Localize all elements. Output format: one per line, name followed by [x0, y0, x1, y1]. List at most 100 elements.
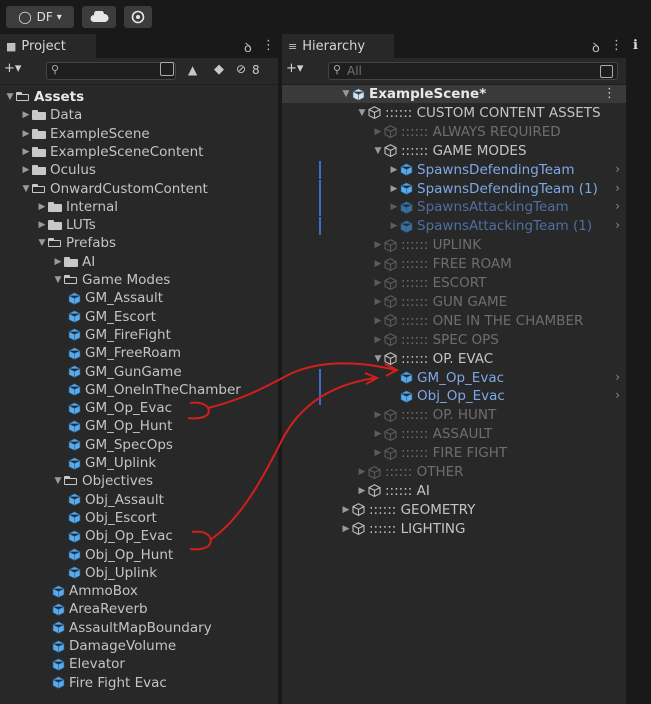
- expand-arrow-open-icon[interactable]: ▼: [4, 88, 16, 106]
- project-item[interactable]: Obj_Op_Hunt: [68, 546, 173, 564]
- panel-menu-icon[interactable]: ⋮: [262, 38, 275, 53]
- hierarchy-item[interactable]: ▶:::::: SPEC OPS: [372, 331, 499, 349]
- project-item[interactable]: GM_Assault: [68, 289, 163, 307]
- expand-arrow-closed-icon[interactable]: ▶: [372, 331, 384, 349]
- project-item[interactable]: Obj_Escort: [68, 509, 157, 527]
- open-prefab-chevron-icon[interactable]: ›: [615, 162, 620, 176]
- cloud-button[interactable]: [82, 6, 116, 28]
- lock-icon[interactable]: ꝺ: [592, 38, 600, 56]
- expand-arrow-closed-icon[interactable]: ▶: [372, 236, 384, 254]
- expand-arrow-closed-icon[interactable]: ▶: [372, 425, 384, 443]
- expand-arrow-closed-icon[interactable]: ▶: [356, 482, 368, 500]
- project-item[interactable]: ▶ Oculus: [20, 161, 96, 179]
- hierarchy-item[interactable]: ▶:::::: ASSAULT: [372, 425, 493, 443]
- hierarchy-item[interactable]: ▶:::::: LIGHTING: [340, 520, 466, 538]
- expand-arrow-closed-icon[interactable]: ▶: [372, 444, 384, 462]
- hierarchy-item[interactable]: ▶:::::: FIRE FIGHT: [372, 444, 508, 462]
- project-item[interactable]: GM_Op_Hunt: [68, 417, 172, 435]
- hierarchy-item[interactable]: ▶ SpawnsAttackingTeam: [388, 198, 569, 216]
- account-dropdown[interactable]: ◯ DF ▾: [6, 6, 74, 28]
- project-item[interactable]: ▼ Prefabs: [36, 234, 117, 252]
- expand-arrow-closed-icon[interactable]: ▶: [20, 125, 32, 143]
- hierarchy-item[interactable]: ▶ SpawnsDefendingTeam (1): [388, 180, 598, 198]
- lock-icon[interactable]: ꝺ: [244, 38, 252, 56]
- open-prefab-chevron-icon[interactable]: ›: [615, 388, 620, 402]
- hierarchy-search[interactable]: ⚲: [328, 62, 618, 80]
- project-item[interactable]: Obj_Op_Evac: [68, 527, 173, 545]
- open-prefab-chevron-icon[interactable]: ›: [615, 218, 620, 232]
- expand-arrow-open-icon[interactable]: ▼: [372, 142, 384, 160]
- hierarchy-item[interactable]: ▶ SpawnsAttackingTeam (1): [388, 217, 593, 235]
- toggle-view-icon[interactable]: [160, 62, 174, 76]
- hierarchy-item[interactable]: ▶:::::: GUN GAME: [372, 293, 508, 311]
- project-item[interactable]: GM_Uplink: [68, 454, 156, 472]
- expand-arrow-closed-icon[interactable]: ▶: [340, 520, 352, 538]
- project-item[interactable]: GM_Escort: [68, 308, 156, 326]
- project-item[interactable]: ▶ ExampleScene: [20, 125, 150, 143]
- hierarchy-item[interactable]: ▶:::::: GEOMETRY: [340, 501, 476, 519]
- expand-arrow-closed-icon[interactable]: ▶: [388, 180, 400, 198]
- project-item[interactable]: DamageVolume: [52, 637, 176, 655]
- hierarchy-item[interactable]: GM_Op_Evac: [388, 369, 504, 387]
- hierarchy-item[interactable]: ▶:::::: ESCORT: [372, 274, 487, 292]
- project-item[interactable]: ▼ OnwardCustomContent: [20, 180, 208, 198]
- hidden-packages-icon[interactable]: ⊘: [236, 62, 246, 76]
- scene-menu-icon[interactable]: ⋮: [603, 85, 616, 103]
- hierarchy-item[interactable]: ▶ SpawnsDefendingTeam: [388, 161, 575, 179]
- hierarchy-item[interactable]: ▶:::::: OP. HUNT: [372, 406, 497, 424]
- project-item[interactable]: Obj_Assault: [68, 491, 164, 509]
- scene-root[interactable]: ▼ ExampleScene*: [340, 85, 487, 103]
- hierarchy-item[interactable]: ▼:::::: GAME MODES: [372, 142, 527, 160]
- expand-arrow-closed-icon[interactable]: ▶: [372, 312, 384, 330]
- project-item[interactable]: GM_Op_Evac: [68, 399, 172, 417]
- hierarchy-item[interactable]: ▼:::::: CUSTOM CONTENT ASSETS: [356, 104, 601, 122]
- hierarchy-item[interactable]: ▶:::::: FREE ROAM: [372, 255, 512, 273]
- expand-arrow-closed-icon[interactable]: ▶: [52, 253, 64, 271]
- project-item[interactable]: GM_FreeRoam: [68, 344, 181, 362]
- expand-arrow-closed-icon[interactable]: ▶: [20, 161, 32, 179]
- panel-menu-icon[interactable]: ⋮: [610, 38, 623, 53]
- project-item[interactable]: Elevator: [52, 655, 125, 673]
- expand-arrow-closed-icon[interactable]: ▶: [388, 161, 400, 179]
- hierarchy-item[interactable]: ▶:::::: ONE IN THE CHAMBER: [372, 312, 584, 330]
- project-item[interactable]: ▶ AI: [52, 253, 96, 271]
- project-search[interactable]: ⚲: [46, 62, 176, 80]
- open-prefab-chevron-icon[interactable]: ›: [615, 199, 620, 213]
- hierarchy-item[interactable]: ▶:::::: AI: [356, 482, 430, 500]
- search-input[interactable]: [65, 63, 155, 79]
- expand-arrow-closed-icon[interactable]: ▶: [388, 198, 400, 216]
- expand-arrow-closed-icon[interactable]: ▶: [388, 217, 400, 235]
- expand-arrow-open-icon[interactable]: ▼: [372, 350, 384, 368]
- expand-arrow-closed-icon[interactable]: ▶: [356, 463, 368, 481]
- expand-arrow-open-icon[interactable]: ▼: [52, 271, 64, 289]
- hierarchy-item[interactable]: ▶:::::: OTHER: [356, 463, 464, 481]
- project-item[interactable]: ▶ ExampleSceneContent: [20, 143, 204, 161]
- project-item[interactable]: Obj_Uplink: [68, 564, 157, 582]
- expand-arrow-open-icon[interactable]: ▼: [20, 180, 32, 198]
- expand-arrow-open-icon[interactable]: ▼: [340, 85, 352, 103]
- project-item[interactable]: ▼ Objectives: [52, 472, 154, 490]
- project-item[interactable]: ▶ Internal: [36, 198, 119, 216]
- tab-project[interactable]: ■ Project: [0, 34, 96, 58]
- project-item[interactable]: ▶ LUTs: [36, 216, 96, 234]
- expand-arrow-closed-icon[interactable]: ▶: [372, 123, 384, 141]
- expand-arrow-closed-icon[interactable]: ▶: [372, 274, 384, 292]
- open-prefab-chevron-icon[interactable]: ›: [615, 370, 620, 384]
- expand-arrow-closed-icon[interactable]: ▶: [20, 143, 32, 161]
- expand-arrow-open-icon[interactable]: ▼: [52, 472, 64, 490]
- expand-arrow-closed-icon[interactable]: ▶: [36, 216, 48, 234]
- project-item[interactable]: ▼ Assets: [4, 88, 85, 106]
- hierarchy-item[interactable]: ▶:::::: ALWAYS REQUIRED: [372, 123, 561, 141]
- search-options-icon[interactable]: [600, 65, 613, 78]
- project-item[interactable]: ▶ Data: [20, 106, 83, 124]
- add-asset-button[interactable]: +▾: [4, 61, 21, 76]
- expand-arrow-closed-icon[interactable]: ▶: [36, 198, 48, 216]
- expand-arrow-closed-icon[interactable]: ▶: [340, 501, 352, 519]
- project-item[interactable]: GM_GunGame: [68, 363, 182, 381]
- project-item[interactable]: AssaultMapBoundary: [52, 619, 212, 637]
- info-icon[interactable]: ℹ: [633, 38, 638, 53]
- expand-arrow-open-icon[interactable]: ▼: [356, 104, 368, 122]
- project-item[interactable]: AmmoBox: [52, 582, 138, 600]
- open-prefab-chevron-icon[interactable]: ›: [615, 181, 620, 195]
- hierarchy-item[interactable]: ▼:::::: OP. EVAC: [372, 350, 494, 368]
